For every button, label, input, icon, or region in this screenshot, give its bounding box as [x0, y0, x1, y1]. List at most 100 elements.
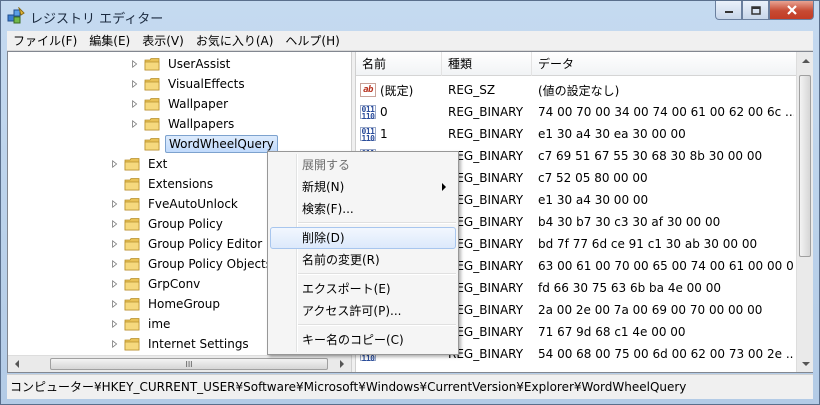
expand-arrow-icon[interactable]: [130, 79, 140, 89]
scroll-up-arrow[interactable]: [797, 52, 814, 69]
menu-help[interactable]: ヘルプ(H): [279, 31, 345, 51]
minimize-button[interactable]: [715, 1, 742, 20]
tree-item[interactable]: Internet Settings: [110, 334, 252, 354]
tree-item[interactable]: Wallpaper: [130, 94, 231, 114]
value-data-cell: 63 00 61 00 70 00 65 00 74 00 61 00 00 0…: [538, 259, 794, 273]
expand-arrow-icon[interactable]: [110, 219, 120, 229]
expand-arrow-icon[interactable]: [110, 159, 120, 169]
regedit-app-icon: [7, 7, 25, 24]
folder-icon: [144, 97, 160, 111]
value-name: 0: [380, 105, 388, 119]
value-name-cell: 011 110 1: [356, 127, 442, 141]
folder-icon: [124, 257, 140, 271]
folder-icon: [124, 157, 140, 171]
tree-item[interactable]: GrpConv: [110, 274, 203, 294]
context-menu-item[interactable]: 削除(D): [270, 227, 456, 249]
folder-icon: [124, 237, 140, 251]
submenu-arrow-icon: [442, 183, 446, 191]
value-type-cell: REG_BINARY: [448, 127, 524, 141]
context-menu: 展開する新規(N) 検索(F)... 削除(D) 名前の変更(R) エクスポート(E) ア…: [267, 151, 459, 355]
tree-item[interactable]: Group Policy Editor: [110, 234, 265, 254]
chevron-down-icon: [801, 361, 810, 366]
folder-icon: [144, 137, 160, 151]
tree-item-label: ime: [148, 317, 171, 331]
expand-arrow-icon[interactable]: [110, 259, 120, 269]
maximize-icon: [750, 5, 761, 15]
caption-buttons: [715, 1, 814, 21]
menu-favorites[interactable]: お気に入り(A): [190, 31, 280, 51]
menu-separator: [298, 324, 456, 326]
tree-item-label: Group Policy: [148, 217, 223, 231]
expand-arrow-icon[interactable]: [130, 99, 140, 109]
list-header: 名前 種類 データ: [356, 52, 796, 76]
expand-arrow-icon[interactable]: [130, 119, 140, 129]
tree-item-label: Group Policy Objects: [148, 257, 273, 271]
expand-arrow-icon[interactable]: [110, 199, 120, 209]
scroll-left-arrow[interactable]: [8, 356, 25, 372]
tree-item[interactable]: WordWheelQuery: [130, 134, 278, 154]
tree-item-label: Extensions: [148, 177, 214, 191]
expand-arrow-icon[interactable]: [110, 239, 120, 249]
folder-icon: [124, 317, 140, 331]
expand-arrow-icon[interactable]: [110, 279, 120, 289]
menu-file[interactable]: ファイル(F): [7, 31, 83, 51]
value-data-cell: b4 30 b7 30 c3 30 af 30 00 00: [538, 215, 721, 229]
value-data-cell: c7 69 51 67 55 30 68 30 8b 30 00 00: [538, 149, 763, 163]
title-bar[interactable]: レジストリ エディター: [1, 1, 819, 31]
tree-item[interactable]: Ext: [110, 154, 170, 174]
tree-item[interactable]: FveAutoUnlock: [110, 194, 241, 214]
scroll-down-arrow[interactable]: [797, 355, 814, 372]
context-menu-item: 展開する: [270, 154, 456, 176]
tree-item[interactable]: VisualEffects: [130, 74, 248, 94]
registry-editor-window: レジストリ エディター ファイル(F) 編集(E) 表示(V) お気に入り(A)…: [0, 0, 820, 405]
expand-arrow-icon[interactable]: [110, 319, 120, 329]
scroll-thumb[interactable]: III: [50, 358, 328, 370]
expand-arrow-icon[interactable]: [110, 339, 120, 349]
list-vertical-scrollbar[interactable]: [796, 52, 813, 372]
value-row[interactable]: ab (既定) REG_SZ (値の設定なし): [356, 79, 796, 101]
close-icon: [786, 5, 797, 15]
tree-item[interactable]: Extensions: [110, 174, 216, 194]
expand-arrow-icon[interactable]: [110, 299, 120, 309]
context-menu-item[interactable]: エクスポート(E): [270, 278, 456, 300]
context-menu-item[interactable]: キー名のコピー(C): [270, 329, 456, 351]
value-row[interactable]: 011 110 1 REG_BINARY e1 30 a4 30 ea 30 00 00: [356, 123, 796, 145]
scroll-right-arrow[interactable]: [333, 356, 350, 372]
tree-item[interactable]: Group Policy Objects: [110, 254, 275, 274]
value-data-cell: bd 7f 77 6d ce 91 c1 30 ab 30 00 00: [538, 237, 758, 251]
minimize-icon: [724, 11, 733, 13]
column-header-type[interactable]: 種類: [442, 52, 532, 76]
context-menu-item[interactable]: アクセス許可(P)...: [270, 300, 456, 322]
tree-item[interactable]: Group Policy: [110, 214, 226, 234]
value-row[interactable]: 011 110 0 REG_BINARY 74 00 70 00 34 00 74 00…: [356, 101, 796, 123]
tree-item[interactable]: HomeGroup: [110, 294, 223, 314]
menu-view[interactable]: 表示(V): [136, 31, 190, 51]
tree-item-label: FveAutoUnlock: [148, 197, 238, 211]
expand-arrow-icon[interactable]: [130, 59, 140, 69]
value-data-cell: e1 30 a4 30 00 00: [538, 193, 649, 207]
close-button[interactable]: [769, 1, 814, 20]
context-menu-item[interactable]: 新規(N): [270, 176, 456, 198]
value-data-cell: c7 52 05 80 00 00: [538, 171, 648, 185]
tree-item[interactable]: Wallpapers: [130, 114, 237, 134]
folder-icon: [144, 57, 160, 71]
column-header-data[interactable]: データ: [532, 52, 796, 76]
tree-item[interactable]: UserAssist: [130, 54, 233, 74]
context-menu-item[interactable]: 検索(F)...: [270, 198, 456, 220]
context-menu-item-label: 新規(N): [302, 180, 345, 194]
context-menu-item[interactable]: 名前の変更(R): [270, 249, 456, 271]
maximize-button[interactable]: [742, 1, 769, 20]
column-header-name[interactable]: 名前: [356, 52, 442, 76]
tree-horizontal-scrollbar[interactable]: III: [8, 355, 351, 372]
value-data-cell: e1 30 a4 30 ea 30 00 00: [538, 127, 686, 141]
window-title: レジストリ エディター: [30, 12, 164, 27]
value-name: (既定): [380, 83, 414, 98]
folder-icon: [144, 77, 160, 91]
menu-edit[interactable]: 編集(E): [83, 31, 136, 51]
scroll-thumb[interactable]: [799, 75, 811, 257]
tree-item[interactable]: ime: [110, 314, 173, 334]
tree-item-label: VisualEffects: [168, 77, 245, 91]
folder-icon: [124, 197, 140, 211]
